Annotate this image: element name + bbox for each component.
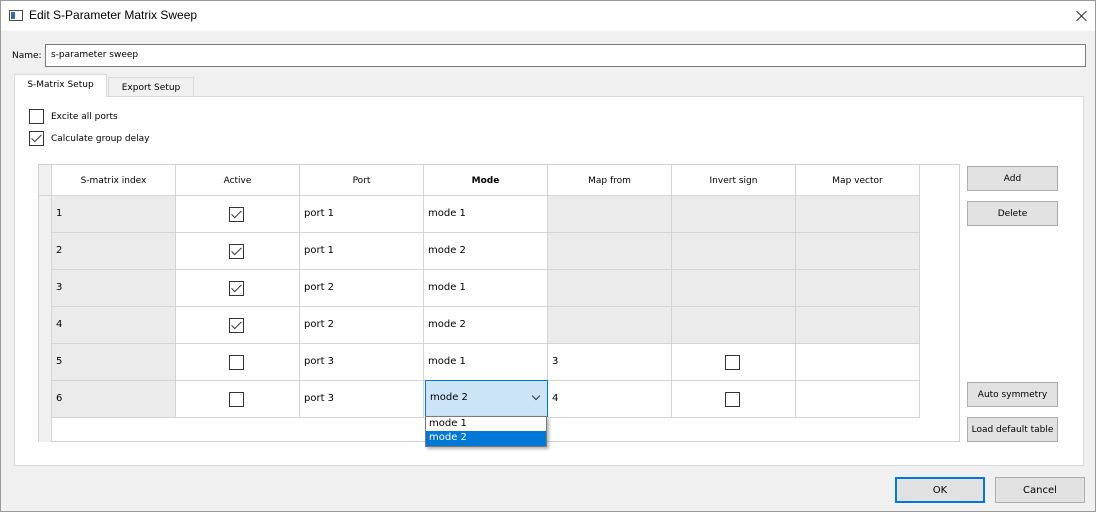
active-checkbox[interactable]: [229, 244, 244, 259]
table-corner: [39, 165, 52, 196]
column-header-port[interactable]: Port: [300, 165, 424, 196]
cell-map-vector: [796, 196, 920, 233]
group-delay-label: Calculate group delay: [51, 134, 150, 144]
column-header-map-from[interactable]: Map from: [548, 165, 672, 196]
row-gutter: [39, 196, 52, 442]
group-delay-checkbox[interactable]: [29, 131, 44, 146]
s-matrix-table: S-matrix index Active Port Mode Map from…: [38, 164, 960, 442]
cell-mode[interactable]: mode 1: [424, 196, 548, 233]
cell-invert-sign: [672, 307, 796, 344]
excite-all-ports-checkbox[interactable]: [29, 109, 44, 124]
cell-mode[interactable]: mode 2: [424, 307, 548, 344]
cell-invert-sign: [672, 196, 796, 233]
cell-index: 4: [52, 307, 176, 344]
dialog-window: Edit S-Parameter Matrix Sweep Name: s-pa…: [0, 0, 1096, 512]
cell-invert-sign: [672, 344, 796, 381]
cell-port[interactable]: port 1: [300, 233, 424, 270]
cell-mode[interactable]: mode 2: [424, 233, 548, 270]
cell-map-vector: [796, 270, 920, 307]
cell-map-from: [548, 307, 672, 344]
app-icon: [9, 10, 23, 21]
ok-button[interactable]: OK: [895, 477, 985, 503]
add-button[interactable]: Add: [967, 166, 1058, 191]
cell-map-from: [548, 196, 672, 233]
chevron-down-icon[interactable]: [531, 391, 541, 401]
cell-active: [176, 307, 300, 344]
active-checkbox[interactable]: [229, 281, 244, 296]
cell-active: [176, 344, 300, 381]
cell-index: 6: [52, 381, 176, 418]
name-input[interactable]: s-parameter sweep: [45, 44, 1086, 67]
active-checkbox[interactable]: [229, 318, 244, 333]
cell-map-vector[interactable]: [796, 344, 920, 381]
invert-sign-checkbox[interactable]: [725, 355, 740, 370]
cell-index: 3: [52, 270, 176, 307]
close-icon[interactable]: [1069, 1, 1095, 31]
cell-map-from[interactable]: 4: [548, 381, 672, 418]
cell-invert-sign: [672, 270, 796, 307]
mode-combobox-value: mode 2: [430, 392, 468, 403]
auto-symmetry-button[interactable]: Auto symmetry: [967, 382, 1058, 407]
cell-map-from[interactable]: 3: [548, 344, 672, 381]
cell-map-from: [548, 233, 672, 270]
column-header-mode[interactable]: Mode: [424, 165, 548, 196]
tab-s-matrix-setup[interactable]: S-Matrix Setup: [14, 74, 107, 97]
invert-sign-checkbox[interactable]: [725, 392, 740, 407]
cell-port[interactable]: port 2: [300, 270, 424, 307]
load-default-table-button[interactable]: Load default table: [967, 417, 1058, 442]
cell-active: [176, 381, 300, 418]
cell-mode[interactable]: mode 1: [424, 270, 548, 307]
active-checkbox[interactable]: [229, 392, 244, 407]
cell-map-from: [548, 270, 672, 307]
cell-active: [176, 196, 300, 233]
cell-port[interactable]: port 2: [300, 307, 424, 344]
mode-combobox[interactable]: mode 2: [425, 380, 548, 417]
dropdown-option-mode-2[interactable]: mode 2: [426, 431, 546, 446]
cell-mode[interactable]: mode 1: [424, 344, 548, 381]
cell-active: [176, 270, 300, 307]
window-title: Edit S-Parameter Matrix Sweep: [29, 8, 198, 22]
dropdown-option-mode-1[interactable]: mode 1: [426, 417, 546, 432]
column-header-s-matrix-index[interactable]: S-matrix index: [52, 165, 176, 196]
column-header-map-vector[interactable]: Map vector: [796, 165, 920, 196]
cell-invert-sign: [672, 233, 796, 270]
cell-index: 2: [52, 233, 176, 270]
active-checkbox[interactable]: [229, 355, 244, 370]
name-label: Name:: [12, 51, 42, 61]
column-header-active[interactable]: Active: [176, 165, 300, 196]
excite-all-ports-label: Excite all ports: [51, 112, 118, 122]
cell-port[interactable]: port 3: [300, 381, 424, 418]
cell-map-vector[interactable]: [796, 381, 920, 418]
cell-index: 1: [52, 196, 176, 233]
cancel-button[interactable]: Cancel: [995, 477, 1085, 503]
cell-active: [176, 233, 300, 270]
column-header-invert-sign[interactable]: Invert sign: [672, 165, 796, 196]
delete-button[interactable]: Delete: [967, 201, 1058, 226]
cell-index: 5: [52, 344, 176, 381]
cell-invert-sign: [672, 381, 796, 418]
cell-port[interactable]: port 1: [300, 196, 424, 233]
title-bar: Edit S-Parameter Matrix Sweep: [1, 1, 1095, 31]
active-checkbox[interactable]: [229, 207, 244, 222]
cell-map-vector: [796, 233, 920, 270]
cell-map-vector: [796, 307, 920, 344]
tab-export-setup[interactable]: Export Setup: [108, 77, 194, 98]
cell-port[interactable]: port 3: [300, 344, 424, 381]
mode-dropdown-list: mode 1 mode 2: [425, 416, 547, 447]
